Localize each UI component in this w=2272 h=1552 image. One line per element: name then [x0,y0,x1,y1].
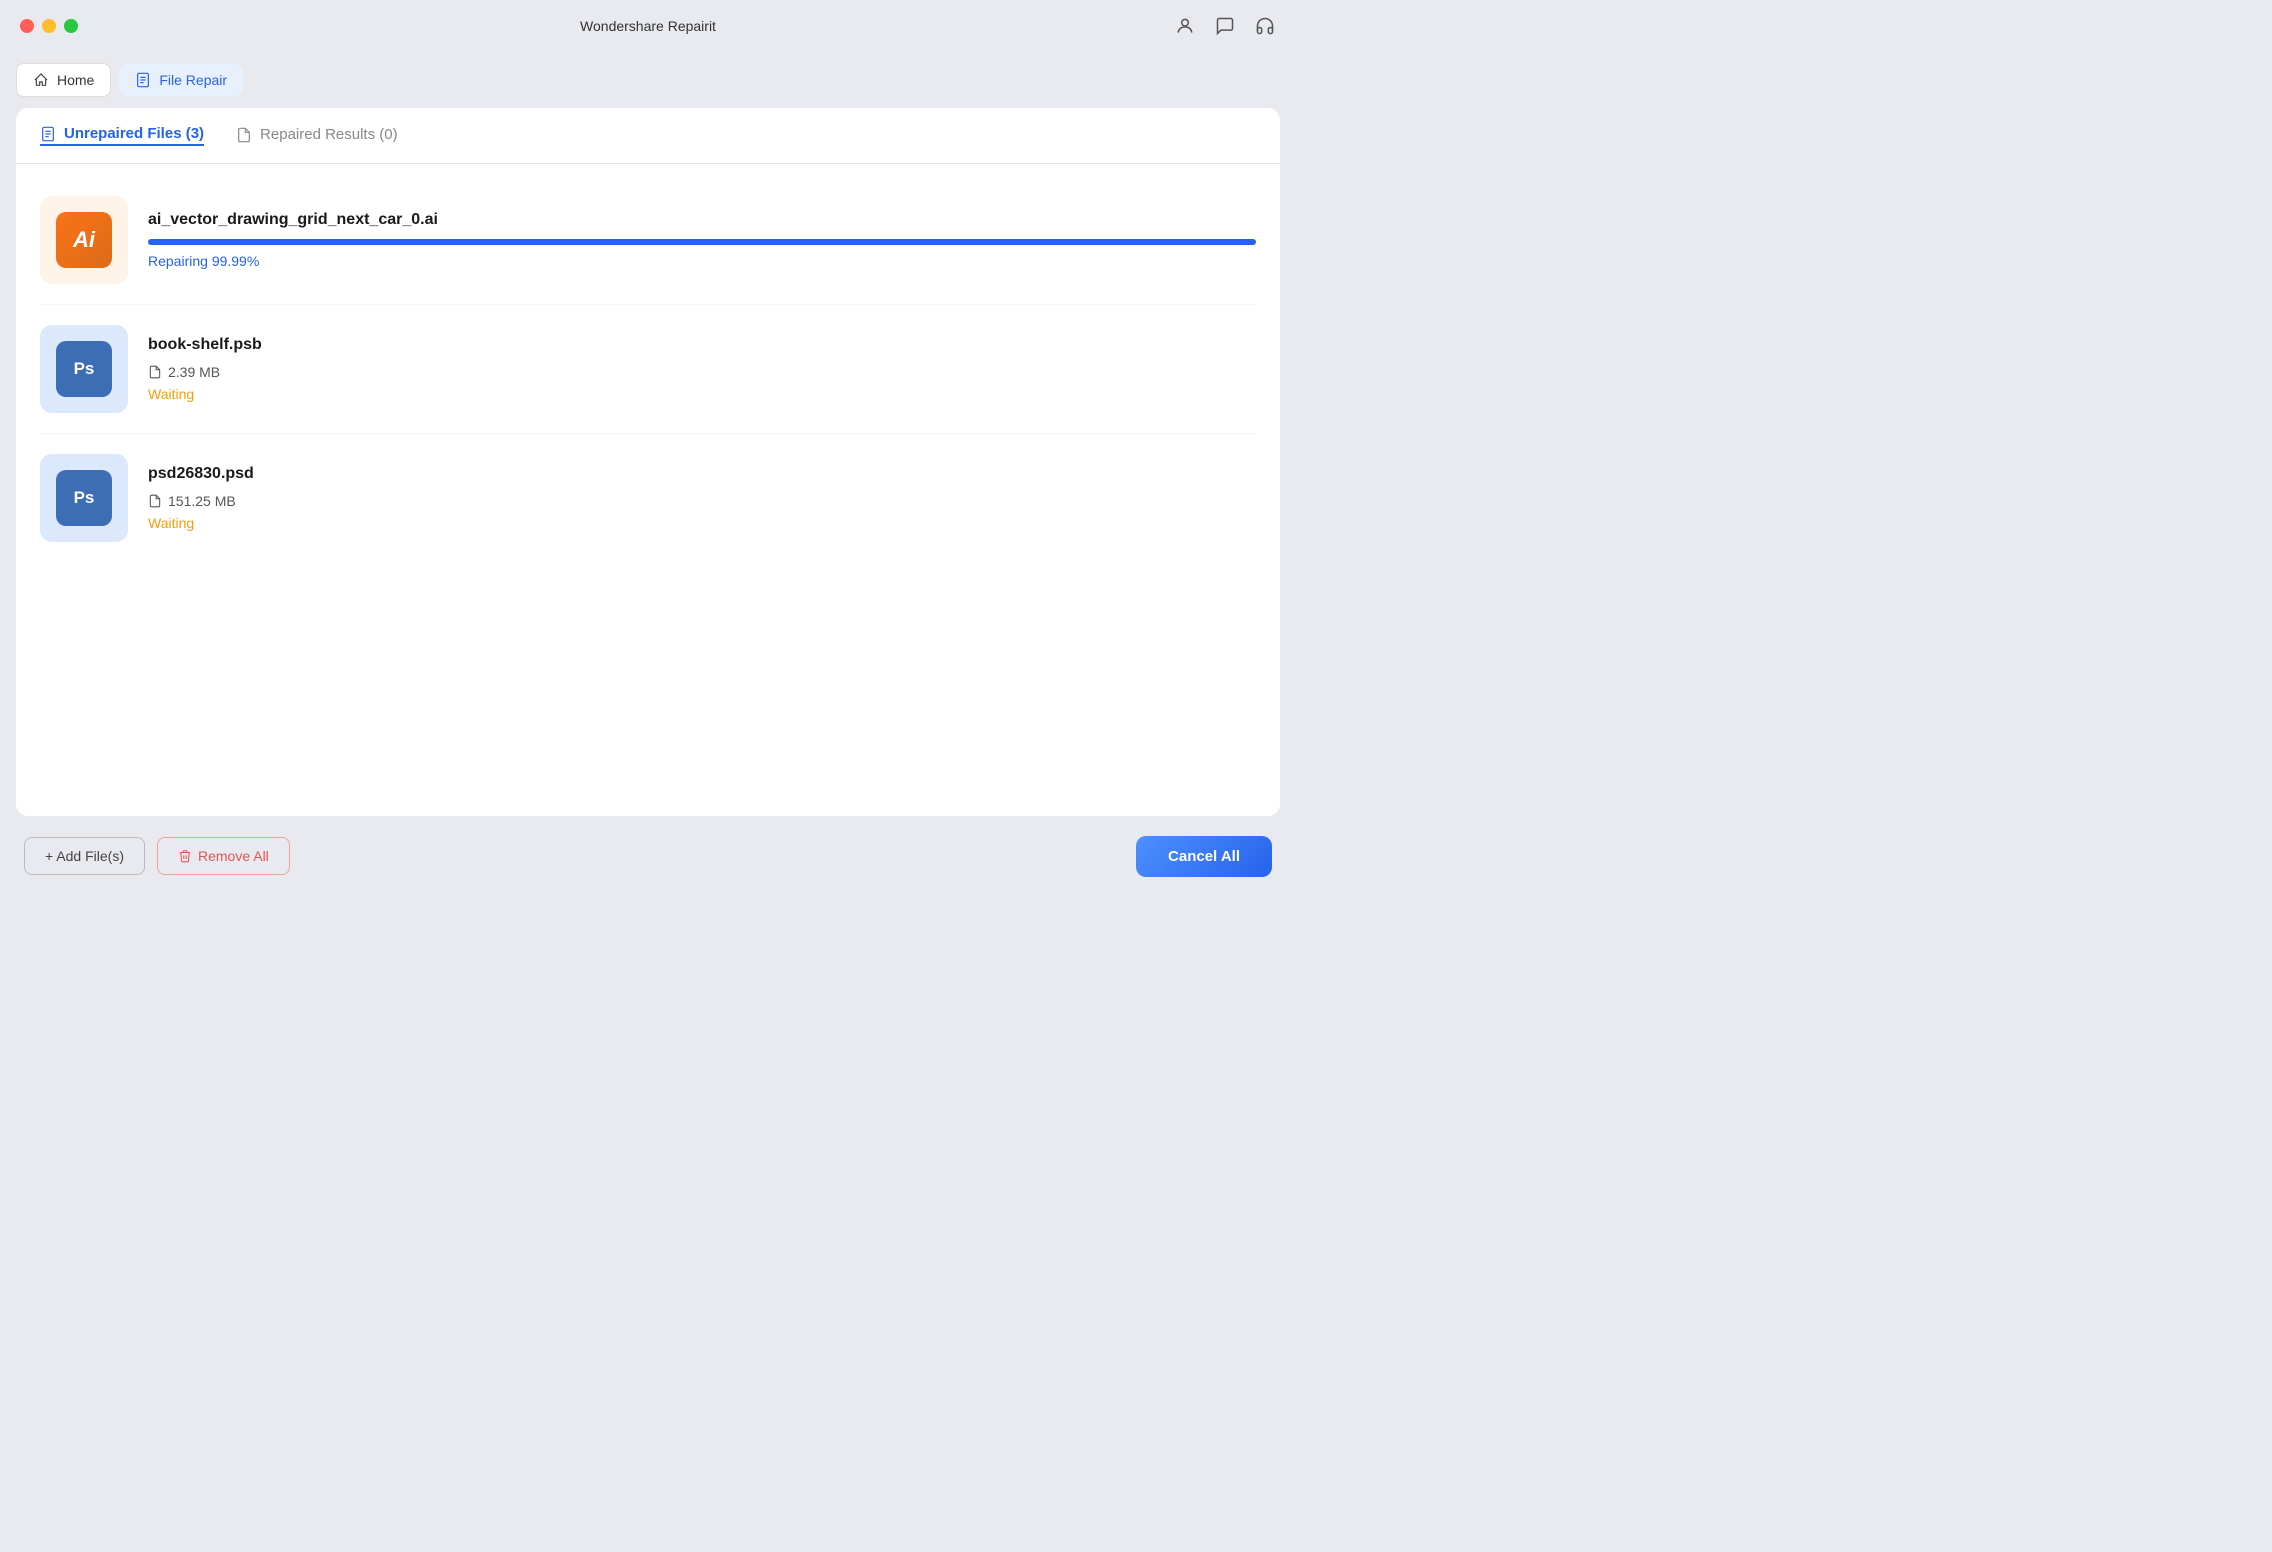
tab-repaired-label: Repaired Results (0) [260,126,398,143]
file-icon-wrapper-2: Ps [40,325,128,413]
add-files-button[interactable]: + Add File(s) [24,837,145,875]
file-info-3: psd26830.psd 151.25 MB Waiting [148,465,1256,531]
file-size-row-3: 151.25 MB [148,493,1256,509]
ps-file-icon-2: Ps [56,341,112,397]
file-size-2: 2.39 MB [168,364,220,380]
nav-file-repair[interactable]: File Repair [119,64,243,96]
bottom-bar: + Add File(s) Remove All Cancel All [0,816,1296,896]
close-button[interactable] [20,19,34,33]
file-name-3: psd26830.psd [148,465,1256,483]
file-status-1: Repairing 99.99% [148,253,1256,269]
file-list: Ai ai_vector_drawing_grid_next_car_0.ai … [16,164,1280,816]
tab-bar: Unrepaired Files (3) Repaired Results (0… [16,108,1280,164]
file-info-2: book-shelf.psb 2.39 MB Waiting [148,336,1256,402]
file-size-3: 151.25 MB [168,493,236,509]
tab-unrepaired[interactable]: Unrepaired Files (3) [40,125,204,146]
ai-file-icon: Ai [56,212,112,268]
maximize-button[interactable] [64,19,78,33]
tab-repaired[interactable]: Repaired Results (0) [236,126,398,145]
cancel-all-button[interactable]: Cancel All [1136,836,1272,877]
file-item-1: Ai ai_vector_drawing_grid_next_car_0.ai … [40,176,1256,305]
traffic-lights [20,19,78,33]
main-content: Unrepaired Files (3) Repaired Results (0… [16,108,1280,816]
file-size-row-2: 2.39 MB [148,364,1256,380]
file-item-3: Ps psd26830.psd 151.25 MB Waiting [40,434,1256,562]
nav-home[interactable]: Home [16,63,111,97]
headphone-icon[interactable] [1254,15,1276,37]
file-size-icon-3 [148,494,162,508]
file-status-3: Waiting [148,515,1256,531]
app-title: Wondershare Repairit [580,18,716,34]
title-bar-icons [1174,15,1276,37]
minimize-button[interactable] [42,19,56,33]
file-icon-wrapper-3: Ps [40,454,128,542]
file-name-2: book-shelf.psb [148,336,1256,354]
bottom-left-actions: + Add File(s) Remove All [24,837,290,875]
chat-icon[interactable] [1214,15,1236,37]
trash-icon [178,849,192,863]
tab-unrepaired-label: Unrepaired Files (3) [64,125,204,142]
user-icon[interactable] [1174,15,1196,37]
nav-home-label: Home [57,72,94,88]
progress-bar-1 [148,239,1256,245]
ps-file-icon-3: Ps [56,470,112,526]
file-item-2: Ps book-shelf.psb 2.39 MB Waiting [40,305,1256,434]
remove-all-label: Remove All [198,848,269,864]
file-status-2: Waiting [148,386,1256,402]
file-size-icon-2 [148,365,162,379]
nav-bar: Home File Repair [0,52,1296,108]
title-bar: Wondershare Repairit [0,0,1296,52]
file-info-1: ai_vector_drawing_grid_next_car_0.ai Rep… [148,211,1256,269]
file-name-1: ai_vector_drawing_grid_next_car_0.ai [148,211,1256,229]
remove-all-button[interactable]: Remove All [157,837,290,875]
file-icon-wrapper-1: Ai [40,196,128,284]
nav-file-repair-label: File Repair [159,72,227,88]
progress-bar-fill-1 [148,239,1256,245]
